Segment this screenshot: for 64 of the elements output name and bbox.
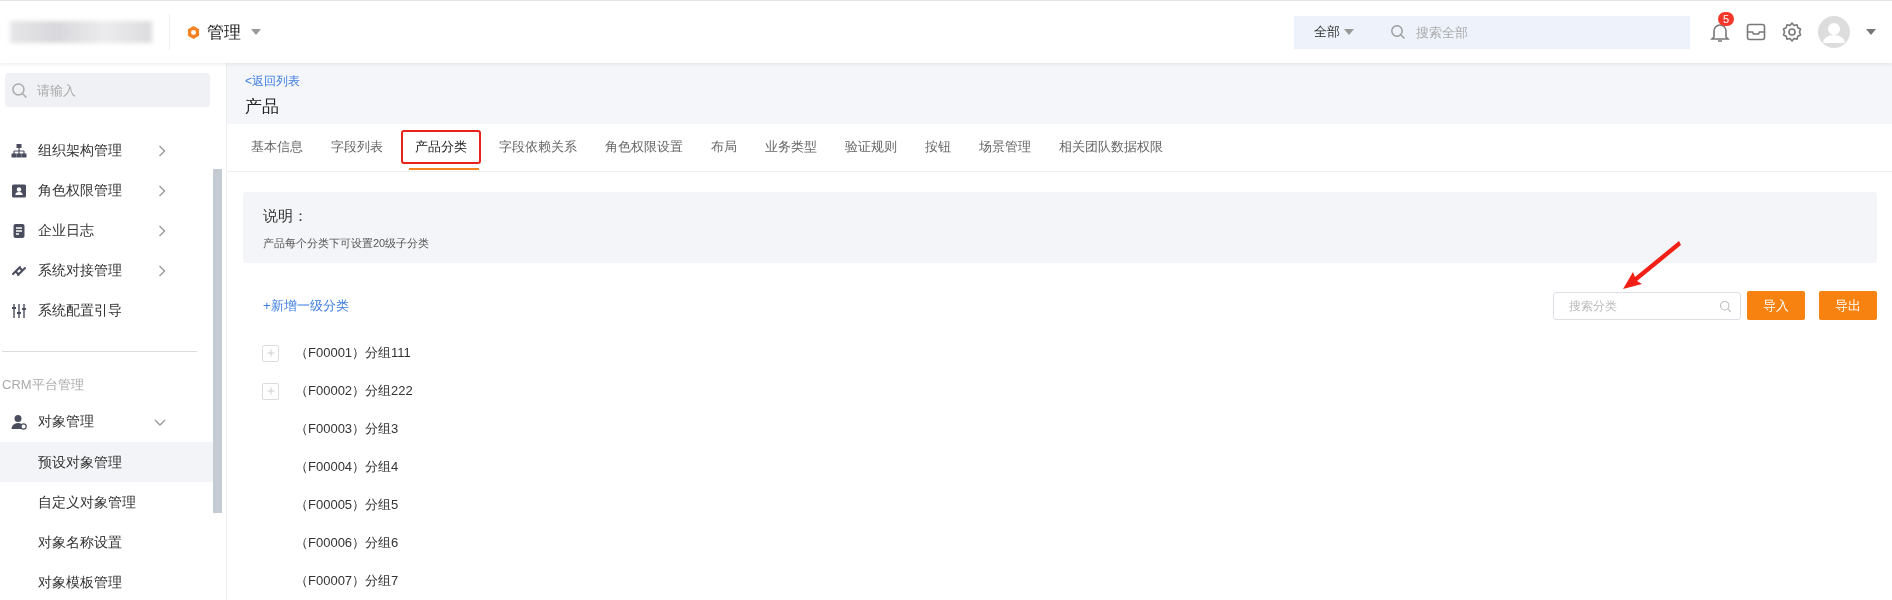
sidebar-search-field[interactable]: 请输入	[5, 73, 210, 107]
tab[interactable]: 验证规则	[831, 130, 911, 165]
menu-label: 企业日志	[38, 222, 95, 240]
section-title: CRM平台管理	[1, 376, 85, 394]
sidebar-item[interactable]: 角色权限管理	[0, 171, 226, 211]
menu-label: 组织架构管理	[38, 142, 123, 160]
category-label[interactable]: （F00007）分组7	[295, 572, 399, 590]
search-icon	[1719, 299, 1732, 313]
category-search-field[interactable]: 搜索分类	[1553, 291, 1741, 320]
menu-label: 角色权限管理	[38, 182, 123, 200]
sidebar-item[interactable]: 企业日志	[0, 211, 226, 251]
category-label[interactable]: （F00002）分组222	[295, 382, 413, 400]
search-input[interactable]: 搜索全部	[1414, 23, 1638, 41]
tab[interactable]: 字段依赖关系	[485, 130, 591, 165]
tab[interactable]: 基本信息	[237, 130, 317, 165]
sidebar-subitem[interactable]: 自定义对象管理	[0, 482, 213, 522]
user-gear-icon	[11, 414, 27, 430]
tab[interactable]: 按钮	[911, 130, 965, 165]
menu-label: 对象管理	[38, 413, 95, 431]
link-icon	[11, 263, 27, 279]
global-search-bar[interactable]: 全部 搜索全部	[1294, 15, 1690, 49]
annotation-arrow	[1621, 239, 1681, 291]
search-scope[interactable]: 全部	[1314, 23, 1340, 41]
page-title: 产品	[245, 96, 280, 118]
caret-icon[interactable]	[1866, 29, 1876, 35]
tab[interactable]: 场景管理	[965, 130, 1045, 165]
tab[interactable]: 字段列表	[317, 130, 397, 165]
sidebar-subitem[interactable]: 对象名称设置	[0, 522, 213, 562]
hexagon-icon	[186, 24, 201, 40]
module-title[interactable]: 管理	[207, 20, 241, 44]
sidebar-item[interactable]: 组织架构管理	[0, 131, 226, 171]
back-link[interactable]: <返回列表	[245, 73, 1874, 90]
org-chart-icon	[11, 143, 27, 159]
sidebar-item[interactable]: 系统对接管理	[0, 251, 226, 291]
category-label[interactable]: （F00004）分组4	[295, 458, 399, 476]
caret-icon[interactable]	[1344, 29, 1354, 35]
tab[interactable]: 角色权限设置	[591, 130, 697, 165]
document-icon	[11, 223, 27, 239]
sidebar-subitem[interactable]: 预设对象管理	[0, 442, 213, 482]
menu-label: 系统对接管理	[38, 262, 123, 280]
sidebar-item[interactable]: 系统配置引导	[0, 291, 226, 331]
caret-icon[interactable]	[251, 29, 261, 35]
search-icon	[1390, 24, 1406, 40]
note-text: 产品每个分类下可设置20级子分类	[263, 236, 431, 251]
notification-badge: 5	[1718, 12, 1735, 26]
sliders-icon	[11, 303, 27, 319]
search-icon	[11, 82, 28, 99]
sidebar-subitem[interactable]: 对象模板管理	[0, 562, 213, 600]
id-card-icon	[11, 183, 27, 199]
category-label[interactable]: （F00005）分组5	[295, 496, 399, 514]
category-label[interactable]: （F00001）分组111	[295, 344, 411, 362]
tab[interactable]: 业务类型	[751, 130, 831, 165]
tab[interactable]: 相关团队数据权限	[1045, 130, 1177, 165]
sidebar-item[interactable]: 对象管理	[0, 402, 226, 442]
tab[interactable]: 产品分类	[401, 130, 481, 165]
settings-icon[interactable]	[1780, 20, 1804, 44]
menu-label: 系统配置引导	[38, 302, 123, 320]
scrollbar[interactable]	[213, 169, 222, 513]
category-label[interactable]: （F00003）分组3	[295, 420, 399, 438]
note-title: 说明：	[263, 207, 309, 226]
add-category-link[interactable]: +新增一级分类	[263, 296, 349, 315]
tab[interactable]: 布局	[697, 130, 751, 165]
category-label[interactable]: （F00006）分组6	[295, 534, 399, 552]
tab-underline	[409, 168, 479, 170]
